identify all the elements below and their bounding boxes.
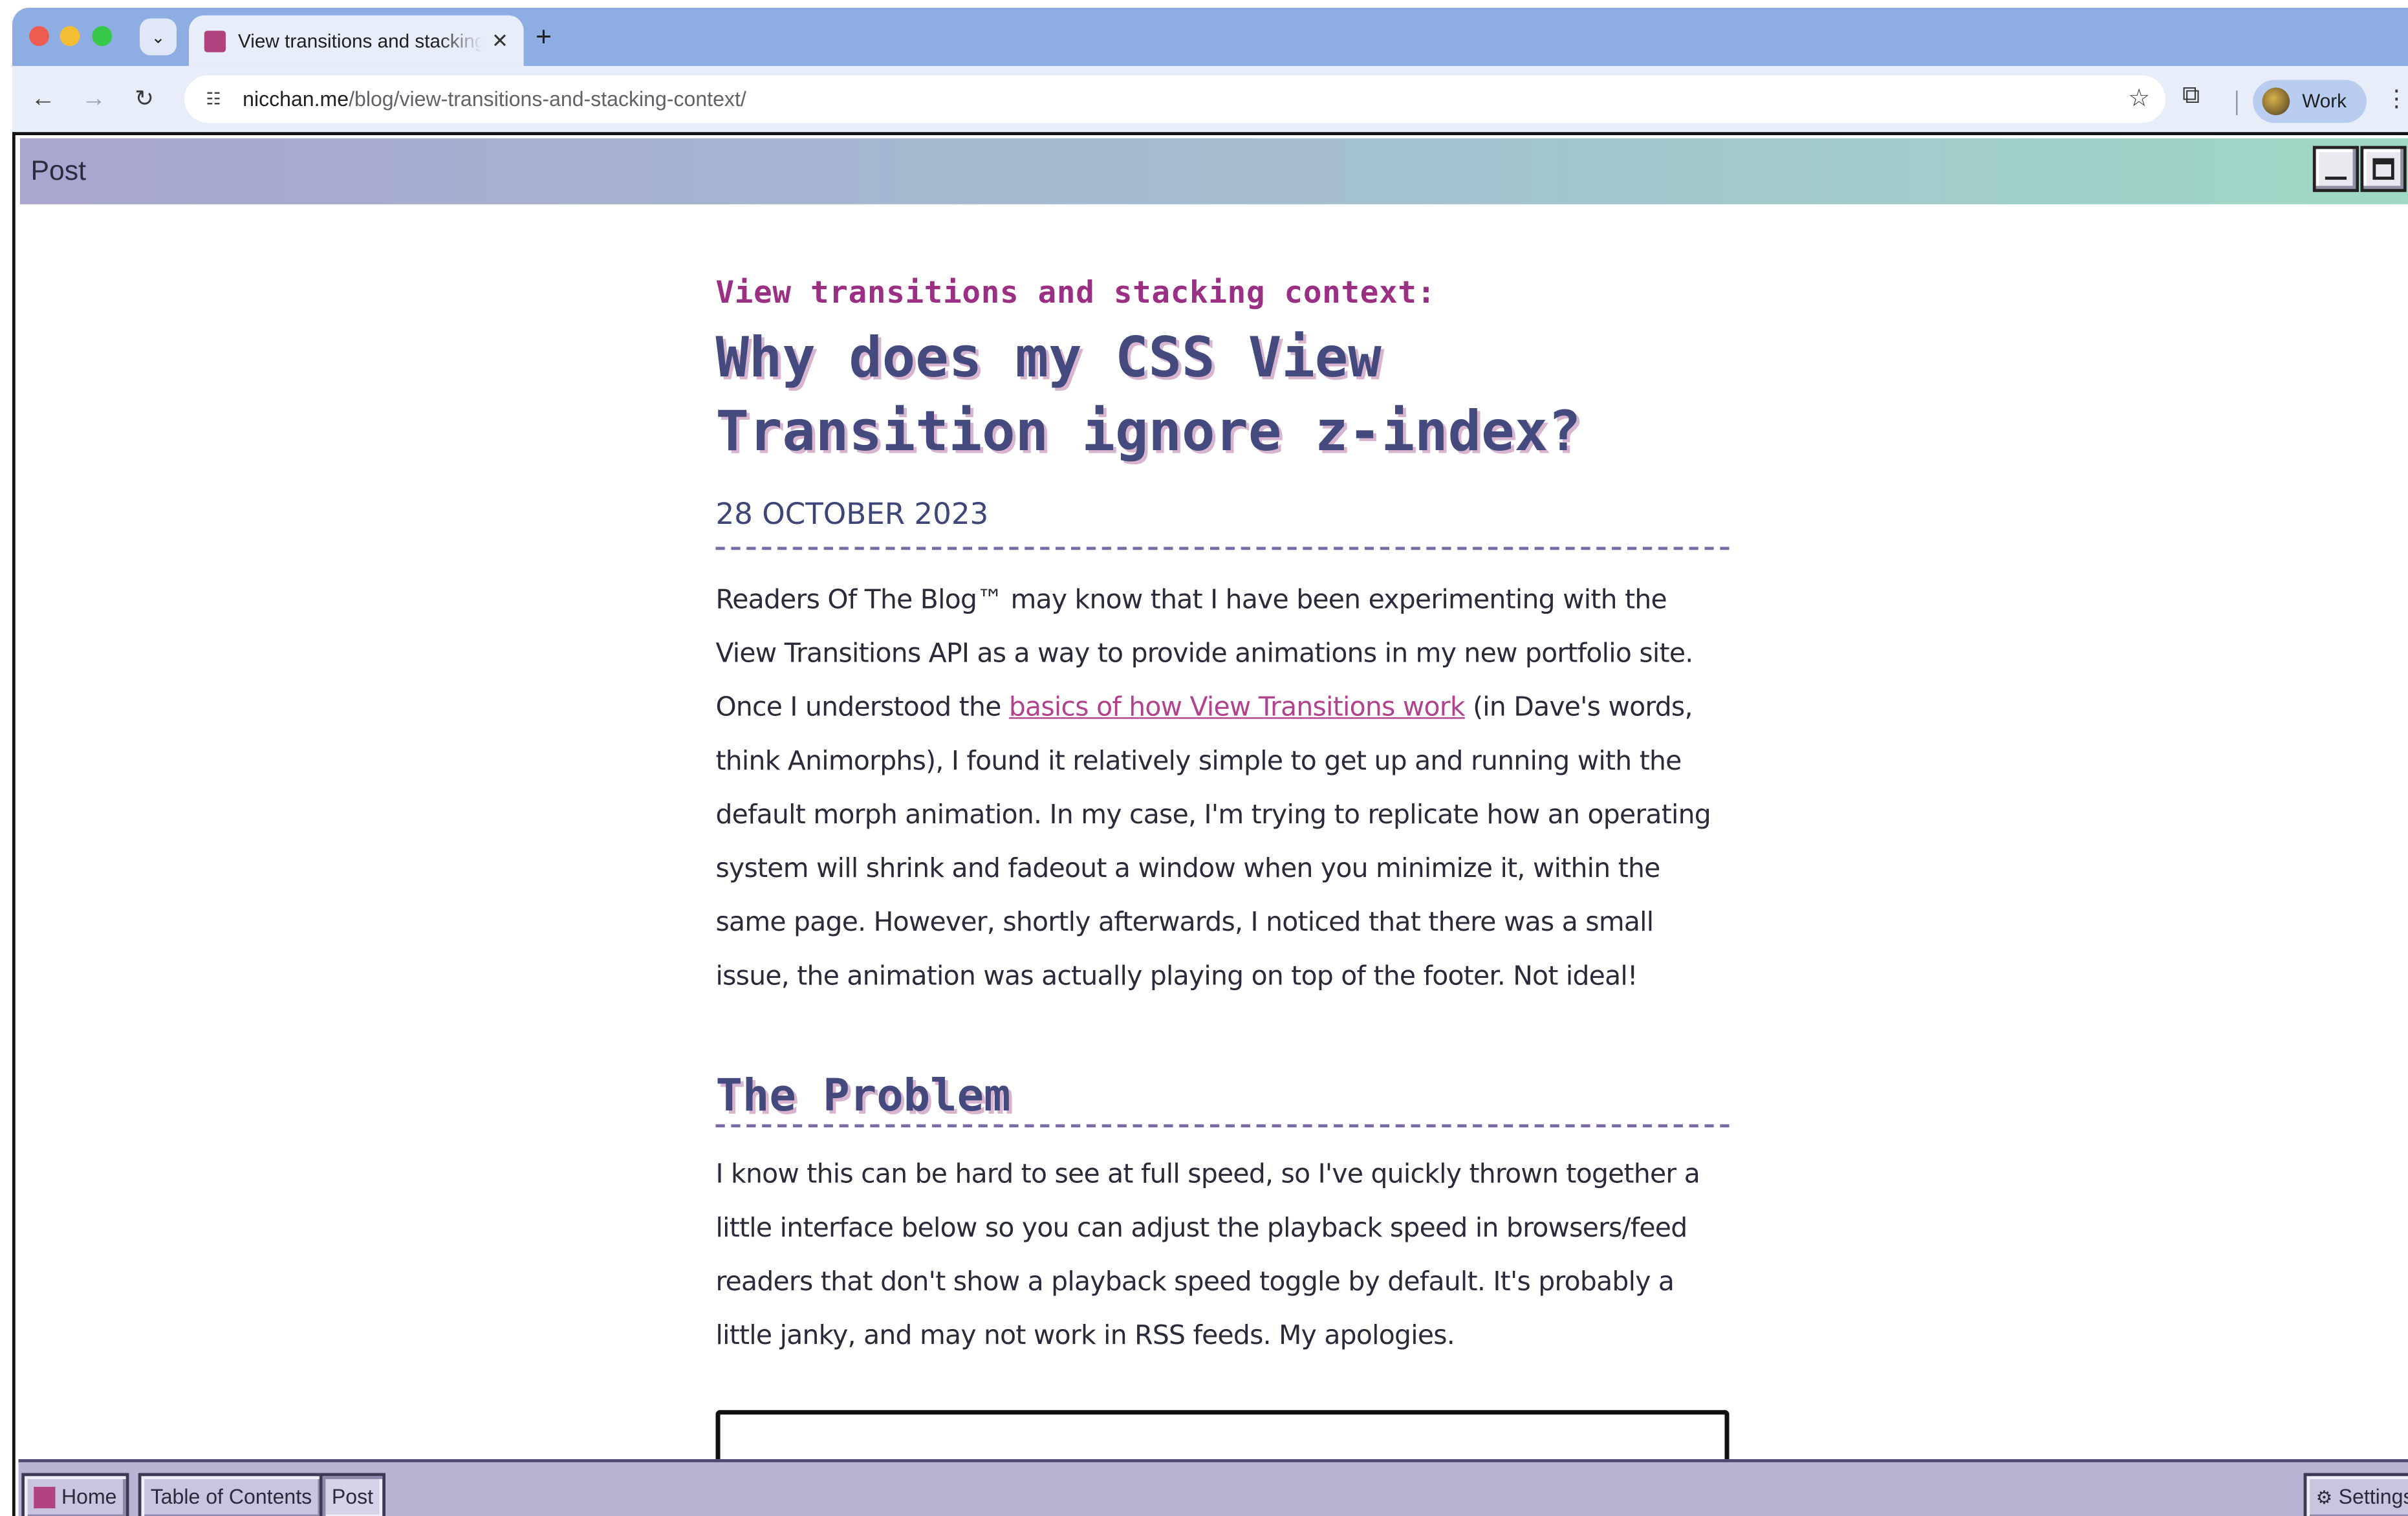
back-arrow-icon[interactable]: ← (26, 83, 60, 116)
problem-paragraph: I know this can be hard to see at full s… (715, 1160, 1700, 1352)
site-favicon-icon (204, 30, 226, 52)
post-date: 28 OCTOBER 2023 (715, 497, 1730, 550)
screenshot-stage: ⌄ View transitions and stacking context … (0, 0, 2408, 1516)
page-viewport: Post View transitions and stacking conte… (12, 132, 2408, 1516)
post-window-titlebar: Post (19, 138, 2408, 204)
home-favicon-icon (34, 1486, 56, 1508)
url-path: /blog/view-transitions-and-stacking-cont… (349, 87, 746, 111)
taskbar-home-label: Home (61, 1485, 117, 1509)
taskbar-settings-label: Settings (2338, 1485, 2408, 1509)
tab-title: View transitions and stacking context (238, 30, 483, 52)
site-info-icon[interactable]: ☷ (197, 89, 230, 109)
maximize-button[interactable] (2360, 146, 2407, 192)
tab-strip: ⌄ View transitions and stacking context … (12, 7, 2408, 67)
tab-close-icon[interactable]: ✕ (492, 28, 508, 53)
gear-icon: ⚙ (2316, 1486, 2333, 1508)
new-tab-button[interactable]: + (526, 20, 560, 54)
active-tab[interactable]: View transitions and stacking context ✕ (189, 15, 524, 67)
section-heading-problem: The Problem (715, 1069, 1730, 1128)
tab-search-button[interactable]: ⌄ (140, 18, 177, 56)
kebab-menu-icon[interactable]: ⋮ (2385, 85, 2408, 112)
taskbar: Home Table of Contents Post ⚙ Settings (18, 1459, 2408, 1516)
article: View transitions and stacking context: W… (715, 273, 1730, 1472)
bookmark-star-icon[interactable]: ☆ (2128, 83, 2150, 113)
address-bar[interactable]: ☷ nicchan.me/blog/view-transitions-and-s… (184, 75, 2165, 123)
profile-button[interactable]: Work (2253, 80, 2367, 123)
extensions-icon[interactable]: ⧉ (2182, 83, 2200, 111)
url-text[interactable]: nicchan.me/blog/view-transitions-and-sta… (243, 87, 746, 111)
reload-icon[interactable]: ↻ (127, 83, 161, 116)
view-transitions-basics-link[interactable]: basics of how View Transitions work (1009, 693, 1466, 723)
taskbar-settings-button[interactable]: ⚙ Settings (2303, 1473, 2408, 1516)
minimize-window-button[interactable] (60, 26, 80, 47)
avatar (2262, 87, 2290, 116)
zoom-window-button[interactable] (92, 26, 113, 47)
profile-label: Work (2302, 91, 2347, 113)
browser-window: ⌄ View transitions and stacking context … (12, 7, 2408, 1516)
taskbar-home-button[interactable]: Home (21, 1473, 129, 1516)
post-title: Why does my CSS View Transition ignore z… (715, 327, 1581, 464)
post-kicker: View transitions and stacking context: (715, 273, 1436, 310)
window-title: Post (30, 155, 87, 186)
close-window-button[interactable] (29, 26, 49, 47)
intro-text-after: (in Dave's words, think Animorphs), I fo… (715, 693, 1711, 993)
taskbar-toc-button[interactable]: Table of Contents (138, 1473, 325, 1516)
forward-arrow-icon[interactable]: → (77, 83, 111, 116)
taskbar-post-button[interactable]: Post (319, 1473, 386, 1516)
minimize-button[interactable] (2312, 146, 2359, 192)
taskbar-post-label: Post (331, 1485, 374, 1509)
chevron-down-icon: ⌄ (151, 28, 166, 47)
browser-toolbar: ← → ↻ ☷ nicchan.me/blog/view-transitions… (12, 66, 2408, 133)
taskbar-toc-label: Table of Contents (150, 1485, 312, 1509)
url-host: nicchan.me (243, 87, 349, 111)
toolbar-divider (2236, 91, 2238, 116)
intro-paragraph: Readers Of The Blog™ may know that I hav… (715, 574, 1729, 1004)
